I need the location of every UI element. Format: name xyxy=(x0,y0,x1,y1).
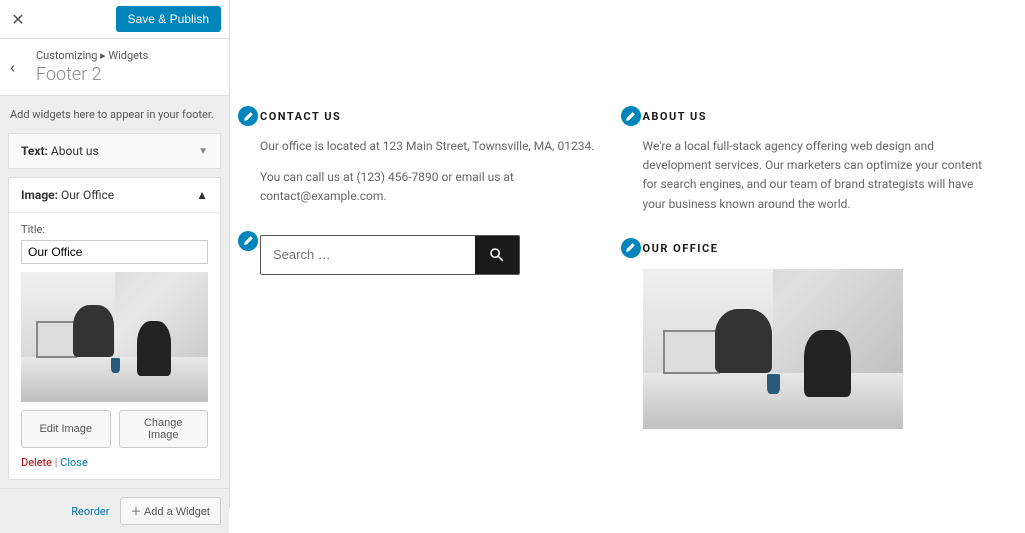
title-input[interactable] xyxy=(21,240,208,264)
hint-text: Add widgets here to appear in your foote… xyxy=(0,96,229,133)
office-widget: OUR OFFICE xyxy=(643,242,996,429)
sidebar-footer: Reorder ＋ Add a Widget xyxy=(0,488,229,533)
widget-list: Text: About us ▼ Image: Our Office ▲ Tit… xyxy=(0,133,229,488)
edit-shortcut-icon[interactable] xyxy=(238,231,258,251)
widget-image-office: Image: Our Office ▲ Title: xyxy=(8,177,221,480)
chevron-down-icon: ▼ xyxy=(198,146,208,157)
edit-image-button[interactable]: Edit Image xyxy=(21,410,111,448)
about-widget: ABOUT US We're a local full-stack agency… xyxy=(643,110,996,214)
change-image-button[interactable]: Change Image xyxy=(119,410,209,448)
widget-action-links: Delete | Close xyxy=(21,456,208,469)
edit-shortcut-icon[interactable] xyxy=(238,106,258,126)
close-link[interactable]: Close xyxy=(60,456,88,469)
save-publish-button[interactable]: Save & Publish xyxy=(116,6,221,32)
customizer-sidebar: ✕ Save & Publish ‹ Customizing ▸ Widgets… xyxy=(0,0,230,508)
footer-col-2: ABOUT US We're a local full-stack agency… xyxy=(643,110,996,457)
back-arrow-icon[interactable]: ‹ xyxy=(10,58,15,77)
widget-label: Image: Our Office xyxy=(21,188,114,202)
title-label: Title: xyxy=(21,223,208,236)
footer-col-1: CONTACT US Our office is located at 123 … xyxy=(260,110,613,457)
widget-heading: OUR OFFICE xyxy=(643,242,996,255)
reorder-link[interactable]: Reorder xyxy=(71,505,109,518)
breadcrumb-section: ‹ Customizing ▸ Widgets Footer 2 xyxy=(0,39,229,96)
search-box xyxy=(260,235,520,275)
search-widget xyxy=(260,235,613,275)
search-input[interactable] xyxy=(261,236,475,274)
close-icon[interactable]: ✕ xyxy=(8,9,28,29)
office-image xyxy=(643,269,903,429)
widget-body: Title: Edit Image Change Image xyxy=(9,213,220,479)
search-button[interactable] xyxy=(475,236,519,274)
section-title: Footer 2 xyxy=(36,64,217,85)
add-widget-button[interactable]: ＋ Add a Widget xyxy=(120,497,222,525)
breadcrumb: Customizing ▸ Widgets xyxy=(36,49,217,62)
preview-pane: CONTACT US Our office is located at 123 … xyxy=(230,0,1025,508)
widget-paragraph: You can call us at (123) 456-7890 or ema… xyxy=(260,168,613,206)
widget-label: Text: About us xyxy=(21,144,99,158)
contact-widget: CONTACT US Our office is located at 123 … xyxy=(260,110,613,207)
widget-heading: ABOUT US xyxy=(643,110,996,123)
chevron-up-icon: ▲ xyxy=(196,188,208,202)
widget-paragraph: Our office is located at 123 Main Street… xyxy=(260,137,613,156)
edit-shortcut-icon[interactable] xyxy=(621,106,641,126)
widget-heading: CONTACT US xyxy=(260,110,613,123)
sidebar-header: ✕ Save & Publish xyxy=(0,0,229,39)
delete-link[interactable]: Delete xyxy=(21,456,52,469)
widget-header[interactable]: Image: Our Office ▲ xyxy=(9,178,220,213)
search-icon xyxy=(488,246,506,264)
image-preview[interactable] xyxy=(21,272,208,402)
edit-shortcut-icon[interactable] xyxy=(621,238,641,258)
widget-text-about[interactable]: Text: About us ▼ xyxy=(8,133,221,169)
widget-paragraph: We're a local full-stack agency offering… xyxy=(643,137,996,214)
